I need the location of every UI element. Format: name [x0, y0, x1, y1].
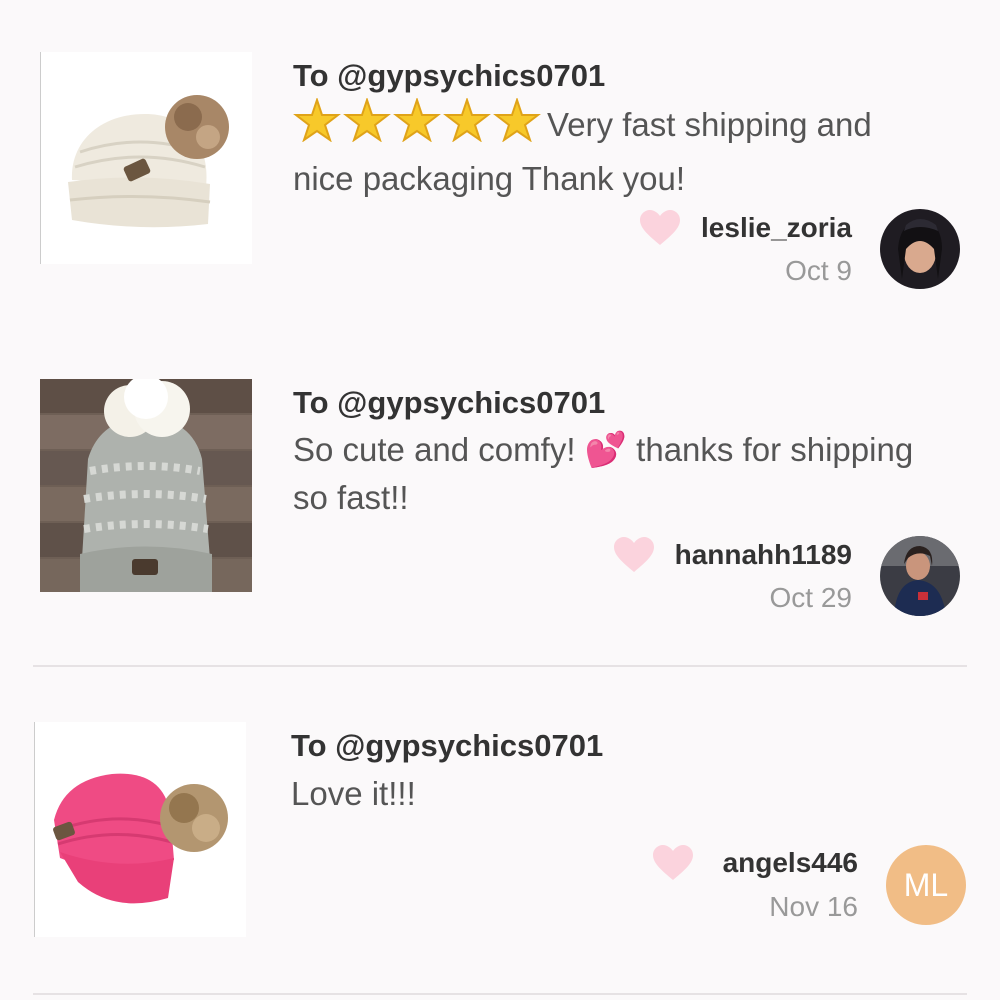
user-photo-icon — [880, 209, 960, 289]
heart-icon[interactable] — [640, 210, 680, 246]
gray-beanie-image — [40, 379, 252, 592]
item-thumbnail[interactable] — [40, 52, 252, 264]
reviewer-username[interactable]: angels446 — [723, 847, 858, 879]
pink-beanie-image — [34, 722, 246, 937]
user-photo-icon — [880, 536, 960, 616]
heart-icon[interactable] — [653, 845, 693, 881]
review-recipient[interactable]: To @gypsychics0701 — [293, 58, 605, 94]
item-thumbnail[interactable] — [40, 379, 252, 592]
review-text: Very fast shipping and nice packaging Th… — [293, 96, 933, 203]
review-text: Love it!!! — [291, 770, 931, 818]
review-date: Oct 29 — [769, 582, 852, 613]
reviewer-username[interactable]: hannahh1189 — [675, 539, 852, 571]
review-message: Love it!!! — [291, 775, 416, 812]
review-recipient[interactable]: To @gypsychics0701 — [291, 728, 603, 764]
review-recipient[interactable]: To @gypsychics0701 — [293, 385, 605, 421]
reviewer-username[interactable]: leslie_zoria — [701, 212, 852, 244]
review-item: To @gypsychics0701 So cute and comfy! 💕 … — [0, 320, 1000, 670]
five-star-rating-icon — [293, 96, 543, 155]
avatar[interactable] — [880, 536, 960, 616]
heart-icon[interactable] — [614, 537, 654, 573]
review-item: To @gypsychics0701 Very fast shipping an… — [0, 0, 1000, 320]
avatar[interactable] — [880, 209, 960, 289]
review-date: Oct 9 — [785, 255, 852, 286]
item-thumbnail[interactable] — [34, 722, 246, 937]
review-item: To @gypsychics0701 Love it!!! angels446 … — [0, 667, 1000, 1000]
white-beanie-image — [40, 52, 252, 264]
two-hearts-icon: 💕 — [584, 431, 627, 469]
review-text: So cute and comfy! 💕 thanks for shipping… — [293, 426, 933, 522]
review-date: Nov 16 — [769, 891, 858, 922]
divider — [33, 993, 967, 995]
review-message-part1: So cute and comfy! — [293, 431, 576, 468]
avatar[interactable]: ML — [886, 845, 966, 925]
